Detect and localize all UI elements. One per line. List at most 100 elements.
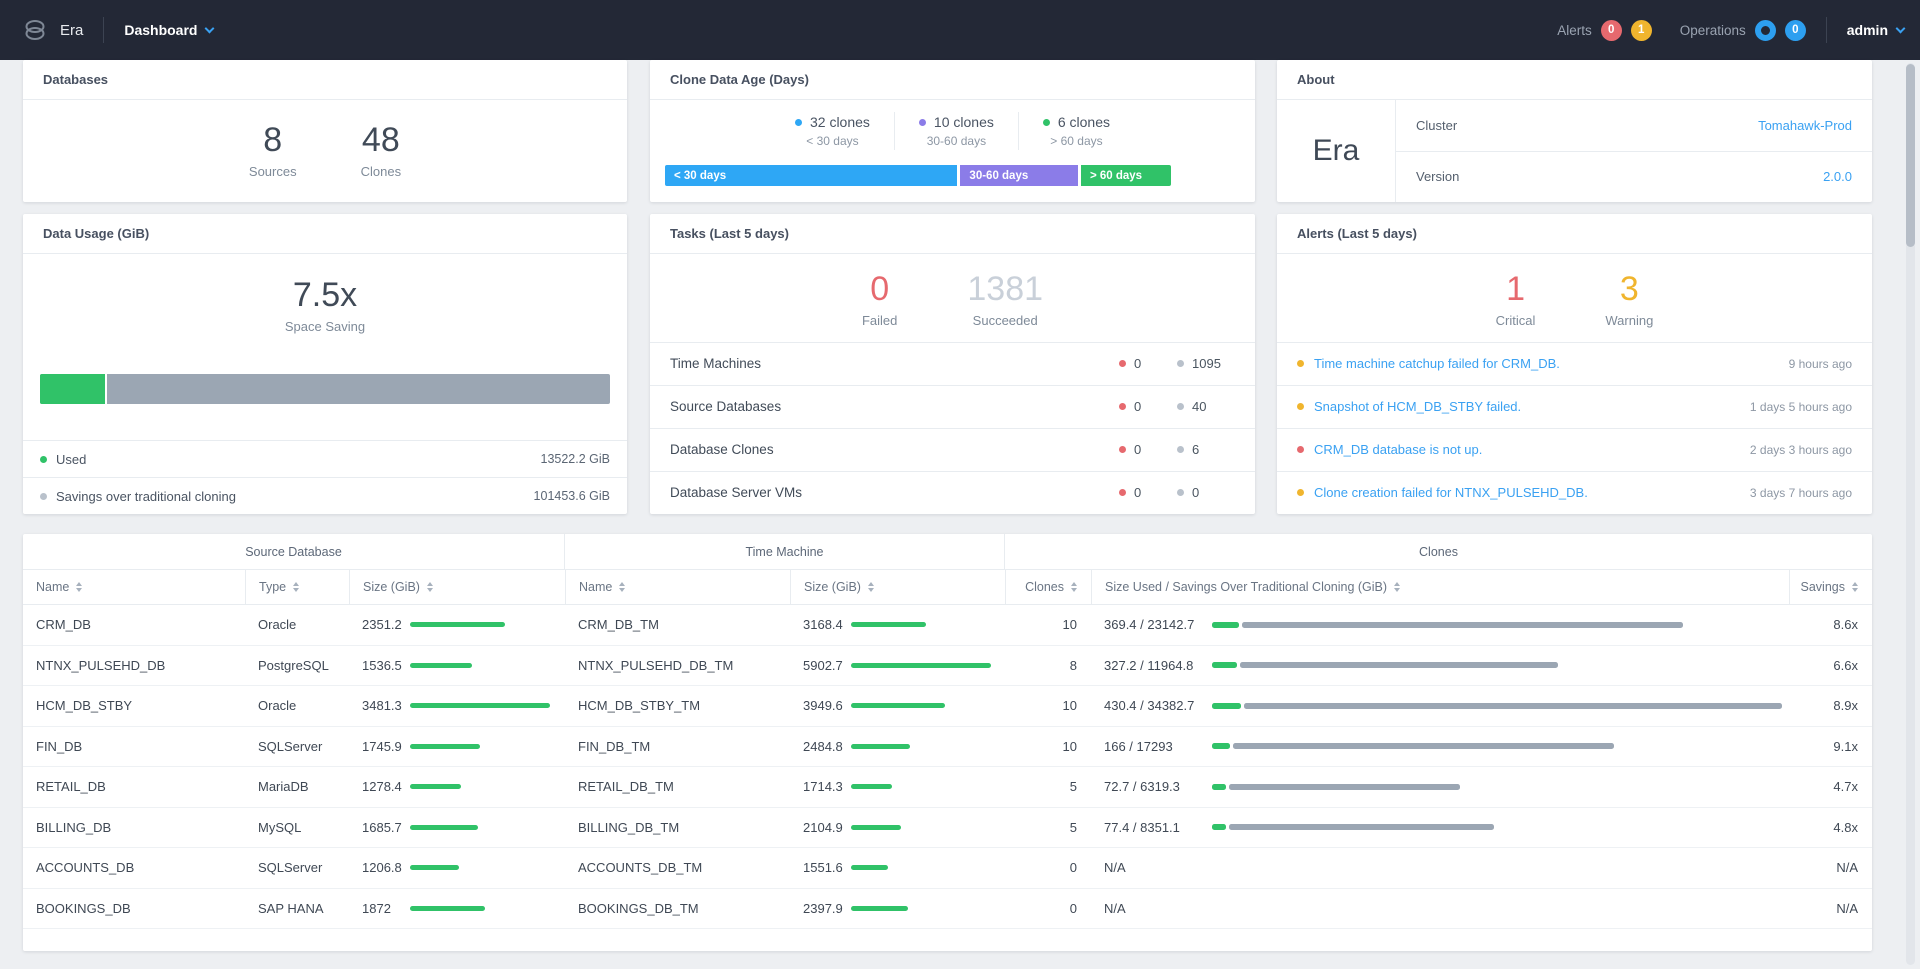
source-name-cell: BOOKINGS_DB [23,889,245,929]
tasks-card: Tasks (Last 5 days) 0 Failed 1381 Succee… [650,214,1255,514]
tasks-rows: Time Machines 0 1095 Source Databases 0 … [650,342,1255,514]
source-name-cell: FIN_DB [23,727,245,767]
sort-savings[interactable]: Savings [1789,570,1872,604]
bar-segment-over-60: > 60 days [1081,165,1171,186]
failed-dot [1119,489,1126,496]
sort-icon [1394,582,1400,592]
source-size-bar [410,703,550,708]
failed-stat: 0 Failed [862,272,897,328]
sort-icon [427,582,433,592]
size-used-cell: 369.4 / 23142.7 [1091,605,1789,645]
alert-row: Snapshot of HCM_DB_STBY failed. 1 days 5… [1277,385,1872,428]
sort-tm-size[interactable]: Size (GiB) [790,570,1005,604]
tm-size-bar [851,784,892,789]
alert-message-link[interactable]: Snapshot of HCM_DB_STBY failed. [1314,399,1521,414]
alerts-warning-badge[interactable]: 1 [1631,20,1652,41]
used-bar-segment [40,374,107,404]
savings-cell: 8.6x [1789,605,1872,645]
sort-icon [1071,582,1077,592]
nav-alerts[interactable]: Alerts 0 1 [1557,20,1652,41]
nav-divider [1826,17,1827,43]
space-saving-label: Space Saving [23,319,627,334]
data-usage-title: Data Usage (GiB) [23,214,627,254]
cluster-label: Cluster [1416,118,1457,133]
clone-used-bar [1212,703,1241,709]
operations-progress-icon[interactable] [1755,20,1776,41]
task-failed-count: 0 [1119,399,1163,414]
clone-used-bar [1212,743,1230,749]
clone-used-bar [1212,784,1226,790]
source-type-cell: MySQL [245,808,349,848]
source-size-cell: 1872 [349,889,565,929]
clone-data-age-title: Clone Data Age (Days) [650,60,1255,100]
source-type-cell: SQLServer [245,727,349,767]
clones-count-cell: 10 [1005,727,1091,767]
tm-size-cell: 1551.6 [790,848,1005,888]
tm-name-cell: NTNX_PULSEHD_DB_TM [565,646,790,686]
table-row: BILLING_DB MySQL 1685.7 BILLING_DB_TM 21… [23,808,1872,849]
sort-source-size[interactable]: Size (GiB) [349,570,565,604]
task-failed-count: 0 [1119,356,1163,371]
succeeded-dot [1177,446,1184,453]
savings-value: 101453.6 GiB [534,489,610,503]
alert-message-link[interactable]: CRM_DB database is not up. [1314,442,1482,457]
tm-size-bar [851,865,888,870]
data-usage-bar [40,374,610,404]
tm-size-cell: 1714.3 [790,767,1005,807]
savings-cell: N/A [1789,889,1872,929]
task-failed-count: 0 [1119,442,1163,457]
legend-range: > 60 days [1043,134,1110,148]
alert-row: Time machine catchup failed for CRM_DB. … [1277,342,1872,385]
era-logo-icon [22,17,48,43]
sort-source-name[interactable]: Name [23,570,245,604]
alert-severity-dot [1297,446,1304,453]
tm-size-bar [851,703,945,708]
warning-label: Warning [1605,313,1653,328]
sort-size-used[interactable]: Size Used / Savings Over Traditional Clo… [1091,570,1789,604]
sort-tm-name[interactable]: Name [565,570,790,604]
size-used-cell: 77.4 / 8351.1 [1091,808,1789,848]
source-type-cell: Oracle [245,605,349,645]
clones-stat: 48 Clones [361,123,401,179]
clones-stat-label: Clones [361,164,401,179]
cluster-link[interactable]: Tomahawk-Prod [1758,118,1852,133]
succeeded-dot [1177,403,1184,410]
sources-count: 8 [249,123,297,159]
clone-savings-bar [1244,703,1782,709]
tm-name-cell: BOOKINGS_DB_TM [565,889,790,929]
user-menu[interactable]: admin [1847,22,1904,38]
source-size-bar [410,906,485,911]
group-source-database: Source Database [23,534,565,569]
alerts-critical-badge[interactable]: 0 [1601,20,1622,41]
operations-count-badge[interactable]: 0 [1785,20,1806,41]
task-entity-label: Database Server VMs [670,485,802,500]
sort-clones[interactable]: Clones [1005,570,1091,604]
nav-divider [103,17,104,43]
clones-count-cell: 5 [1005,767,1091,807]
version-link[interactable]: 2.0.0 [1823,169,1852,184]
alerts-rows: Time machine catchup failed for CRM_DB. … [1277,342,1872,514]
savings-legend-row: Savings over traditional cloning 101453.… [23,477,627,514]
alert-message-link[interactable]: Time machine catchup failed for CRM_DB. [1314,356,1560,371]
scrollbar-thumb[interactable] [1906,64,1915,247]
size-used-cell: 166 / 17293 [1091,727,1789,767]
tm-size-cell: 2397.9 [790,889,1005,929]
tm-size-cell: 5902.7 [790,646,1005,686]
alert-timestamp: 2 days 3 hours ago [1750,443,1852,457]
legend-item-30-60: 10 clones 30-60 days [894,112,1018,150]
sort-source-type[interactable]: Type [245,570,349,604]
version-label: Version [1416,169,1459,184]
source-size-bar [410,825,478,830]
alert-message-link[interactable]: Clone creation failed for NTNX_PULSEHD_D… [1314,485,1588,500]
alert-severity-dot [1297,360,1304,367]
alert-timestamp: 9 hours ago [1789,357,1852,371]
size-used-cell: N/A [1091,889,1789,929]
user-name: admin [1847,22,1888,38]
page-scrollbar[interactable] [1906,63,1915,965]
legend-dot-purple [919,119,926,126]
savings-cell: 9.1x [1789,727,1872,767]
dashboard-menu[interactable]: Dashboard [124,22,213,38]
size-used-cell: 72.7 / 6319.3 [1091,767,1789,807]
legend-range: 30-60 days [919,134,994,148]
nav-operations[interactable]: Operations 0 [1680,20,1806,41]
